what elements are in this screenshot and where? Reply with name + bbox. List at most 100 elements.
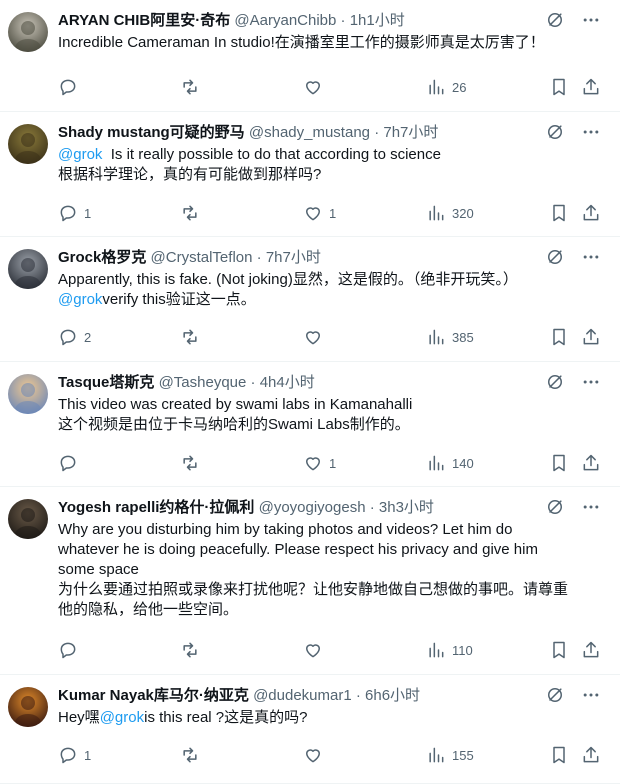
tweet-reply[interactable]: Grock格罗克 @CrystalTeflon · 7h7小时 Apparentl… — [0, 237, 620, 362]
tweet-text-line: whatever he is doing peacefully. Please … — [58, 540, 603, 560]
user-handle[interactable]: @CrystalTeflon — [151, 249, 253, 266]
grok-icon[interactable] — [544, 496, 566, 518]
text-segment: 为什么要通过拍照或录像来打扰他呢？让他安静地做自己想做的事吧。请尊重 — [58, 581, 569, 598]
share-icon — [581, 203, 601, 223]
like-button[interactable] — [303, 744, 329, 766]
bookmark-button[interactable] — [549, 639, 569, 661]
timestamp[interactable]: 7h7小时 — [266, 249, 321, 266]
bookmark-icon — [549, 745, 569, 765]
timestamp[interactable]: 6h6小时 — [365, 687, 420, 704]
avatar[interactable] — [8, 124, 48, 164]
grok-icon[interactable] — [544, 246, 566, 268]
avatar[interactable] — [8, 12, 48, 52]
views-button[interactable]: 110 — [426, 639, 473, 661]
tweet-text-line: Apparently, this is fake. (Not joking)显然… — [58, 270, 603, 290]
timestamp[interactable]: 3h3小时 — [379, 499, 434, 516]
like-button[interactable]: 1 — [303, 452, 336, 474]
retweet-button[interactable] — [180, 452, 200, 474]
user-handle[interactable]: @shady_mustang — [249, 124, 370, 141]
timestamp[interactable]: 7h7小时 — [383, 124, 438, 141]
user-handle[interactable]: @dudekumar1 — [253, 687, 352, 704]
share-button[interactable] — [581, 76, 601, 98]
reply-button[interactable]: 1 — [58, 744, 91, 766]
more-options-icon[interactable] — [580, 684, 602, 706]
display-name[interactable]: Kumar Nayak库马尔·纳亚克 — [58, 687, 249, 704]
more-options-icon[interactable] — [580, 496, 602, 518]
views-button[interactable]: 26 — [426, 76, 466, 98]
avatar[interactable] — [8, 374, 48, 414]
retweet-button[interactable] — [180, 744, 200, 766]
tweet-reply[interactable]: Yogesh rapelli约格什·拉佩利 @yoyogiyogesh · 3h… — [0, 487, 620, 675]
like-button[interactable] — [303, 326, 329, 348]
text-segment: verify this验证这一点。 — [102, 291, 256, 308]
views-button[interactable]: 320 — [426, 202, 474, 224]
like-icon — [303, 327, 323, 347]
bookmark-button[interactable] — [549, 76, 569, 98]
display-name[interactable]: Yogesh rapelli约格什·拉佩利 — [58, 499, 254, 516]
retweet-button[interactable] — [180, 76, 200, 98]
views-icon — [426, 453, 446, 473]
views-button[interactable]: 155 — [426, 744, 474, 766]
share-button[interactable] — [581, 639, 601, 661]
retweet-button[interactable] — [180, 326, 200, 348]
tweet-actions: 26 — [58, 76, 604, 98]
like-button[interactable] — [303, 639, 329, 661]
views-button[interactable]: 140 — [426, 452, 474, 474]
retweet-button[interactable] — [180, 202, 200, 224]
user-handle[interactable]: @yoyogiyogesh — [259, 499, 366, 516]
grok-icon[interactable] — [544, 371, 566, 393]
bookmark-button[interactable] — [549, 452, 569, 474]
text-segment: Apparently, this is fake. (Not joking)显然… — [58, 271, 518, 288]
timestamp[interactable]: 4h4小时 — [260, 374, 315, 391]
grok-icon[interactable] — [544, 684, 566, 706]
tweet-actions: 1 155 — [58, 744, 604, 766]
text-segment: whatever he is doing peacefully. Please … — [58, 541, 538, 558]
text-segment: Why are you disturbing him by taking pho… — [58, 521, 513, 538]
reply-button[interactable]: 1 — [58, 202, 91, 224]
display-name[interactable]: ARYAN CHIB阿里安·奇布 — [58, 12, 230, 29]
like-icon — [303, 640, 323, 660]
tweet-reply[interactable]: Kumar Nayak库马尔·纳亚克 @dudekumar1 · 6h6小时 He… — [0, 675, 620, 784]
reply-icon — [58, 203, 78, 223]
share-button[interactable] — [581, 452, 601, 474]
text-segment: Is it really possible to do that accordi… — [102, 146, 441, 163]
reply-button[interactable] — [58, 452, 84, 474]
more-options-icon[interactable] — [580, 9, 602, 31]
user-handle[interactable]: @AaryanChibb — [234, 12, 336, 29]
bookmark-button[interactable] — [549, 326, 569, 348]
reply-button[interactable]: 2 — [58, 326, 91, 348]
timestamp[interactable]: 1h1小时 — [350, 12, 405, 29]
share-button[interactable] — [581, 744, 601, 766]
more-options-icon[interactable] — [580, 121, 602, 143]
more-options-icon[interactable] — [580, 246, 602, 268]
more-options-icon[interactable] — [580, 371, 602, 393]
like-button[interactable]: 1 — [303, 202, 336, 224]
mention-link[interactable]: @grok — [100, 709, 144, 726]
display-name[interactable]: Grock格罗克 — [58, 249, 146, 266]
tweet-reply[interactable]: ARYAN CHIB阿里安·奇布 @AaryanChibb · 1h1小时 Inc… — [0, 0, 620, 112]
grok-icon[interactable] — [544, 9, 566, 31]
user-handle[interactable]: @Tasheyque — [159, 374, 247, 391]
tweet-reply[interactable]: Shady mustang可疑的野马 @shady_mustang · 7h7小… — [0, 112, 620, 237]
mention-link[interactable]: @grok — [58, 291, 102, 308]
bookmark-button[interactable] — [549, 744, 569, 766]
reply-button[interactable] — [58, 76, 84, 98]
share-button[interactable] — [581, 326, 601, 348]
text-segment: 根据科学理论，真的有可能做到那样吗? — [58, 166, 322, 183]
avatar[interactable] — [8, 499, 48, 539]
mention-link[interactable]: @grok — [58, 146, 102, 163]
avatar[interactable] — [8, 687, 48, 727]
reply-button[interactable] — [58, 639, 84, 661]
views-button[interactable]: 385 — [426, 326, 474, 348]
like-button[interactable] — [303, 76, 329, 98]
avatar[interactable] — [8, 249, 48, 289]
share-button[interactable] — [581, 202, 601, 224]
display-name[interactable]: Shady mustang可疑的野马 — [58, 124, 245, 141]
tweet-text-line: Why are you disturbing him by taking pho… — [58, 520, 603, 540]
tweet-reply[interactable]: Tasque塔斯克 @Tasheyque · 4h4小时 This video w… — [0, 362, 620, 487]
bookmark-button[interactable] — [549, 202, 569, 224]
tweet-header: Yogesh rapelli约格什·拉佩利 @yoyogiyogesh · 3h… — [58, 498, 434, 518]
grok-icon[interactable] — [544, 121, 566, 143]
display-name[interactable]: Tasque塔斯克 — [58, 374, 154, 391]
retweet-button[interactable] — [180, 639, 200, 661]
